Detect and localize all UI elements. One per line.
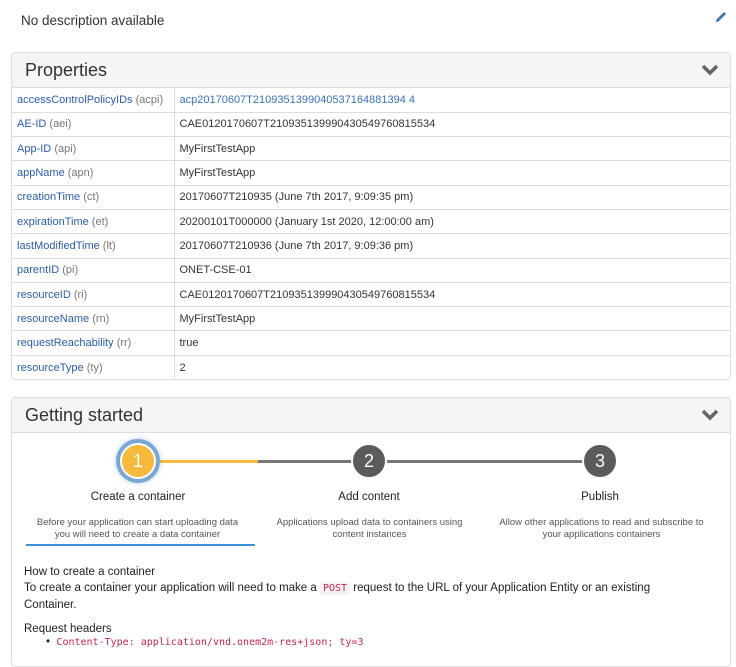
description-text: No description available — [21, 13, 165, 28]
pencil-icon[interactable] — [714, 10, 728, 24]
property-value: 2 — [179, 361, 186, 374]
property-value: MyFirstTestApp — [174, 160, 730, 186]
properties-panel: Properties accessControlPolicyIDs (acpi)… — [11, 52, 731, 380]
getting-started-panel-header[interactable]: Getting started — [12, 398, 730, 433]
getting-started-title: Getting started — [25, 405, 144, 425]
property-key: appName (apn) — [12, 160, 175, 186]
step-2-title[interactable]: Add content — [259, 491, 479, 503]
table-row: accessControlPolicyIDs (acpi) acp20170607… — [12, 88, 730, 113]
property-key: AE-ID (aei) — [12, 112, 175, 138]
howto-section: How to create a container To create a co… — [24, 566, 650, 648]
progress-line — [258, 460, 600, 463]
step-1-description: Before your application can start upload… — [36, 517, 239, 540]
property-value: true — [174, 330, 730, 356]
property-value: MyFirstTestApp — [174, 136, 730, 162]
property-key: parentID (pi) — [12, 258, 175, 283]
table-row: App-ID (api) MyFirstTestApp — [12, 136, 730, 162]
property-value: ONET-CSE-01 — [174, 258, 730, 283]
property-key: expirationTime (et) — [12, 209, 175, 235]
property-value[interactable]: acp20170607T2109351399040537164881394 4 — [174, 88, 730, 113]
getting-started-panel: Getting started 1 2 3 Create a container… — [11, 397, 731, 667]
property-value: 20200101T000000 (January 1st 2020, 12:00… — [174, 209, 730, 235]
step-3-title[interactable]: Publish — [490, 491, 710, 503]
table-row: AE-ID (aei) CAE0120170607T210935139990430… — [12, 112, 730, 138]
table-row: appName (apn) MyFirstTestApp — [12, 160, 730, 186]
table-row: resourceName (rn) MyFirstTestApp — [12, 306, 730, 332]
property-value: 20170607T210935 (June 7th 2017, 9:09:35 … — [174, 185, 730, 210]
table-row: parentID (pi) ONET-CSE-01 — [12, 258, 730, 283]
chevron-down-icon[interactable] — [701, 64, 719, 76]
property-key: requestReachability (rr) — [12, 330, 175, 356]
properties-table: accessControlPolicyIDs (acpi) acp20170607… — [12, 88, 730, 379]
property-value: 20170607T210936 (June 7th 2017, 9:09:36 … — [174, 233, 730, 259]
table-row: resourceID (ri) CAE0120170607T21093513999… — [12, 282, 730, 308]
property-value: MyFirstTestApp — [174, 306, 730, 332]
steps-wizard: 1 2 3 Create a container Add content Pub… — [12, 433, 730, 553]
step-1-title[interactable]: Create a container — [28, 491, 248, 503]
property-key: lastModifiedTime (lt) — [12, 233, 175, 259]
table-row: requestReachability (rr) true — [12, 330, 730, 356]
step-3-description: Allow other applications to read and sub… — [499, 517, 704, 540]
properties-title: Properties — [25, 60, 108, 80]
property-key: creationTime (ct) — [12, 185, 175, 210]
table-row: creationTime (ct) 20170607T210935 (June 7… — [12, 185, 730, 210]
property-key: resourceName (rn) — [12, 306, 175, 332]
description-row: No description available — [0, 0, 736, 44]
headers-list: • Content-Type: application/vnd.onem2m-r… — [46, 636, 364, 648]
property-value: CAE0120170607T21093513999043054976081553… — [174, 282, 730, 308]
howto-text: To create a container your application w… — [24, 582, 651, 611]
property-key: App-ID (api) — [12, 136, 175, 162]
property-value: CAE0120170607T21093513999043054976081553… — [174, 112, 730, 138]
header-item: Content-Type: application/vnd.onem2m-res… — [56, 637, 364, 648]
property-key: accessControlPolicyIDs (acpi) — [12, 88, 175, 113]
property-key: resourceID (ri) — [12, 282, 175, 308]
property-link[interactable]: acp20170607T2109351399040537164881394 4 — [180, 94, 416, 106]
property-key: resourceType (ty) — [12, 355, 175, 379]
step-2-circle[interactable]: 2 — [351, 443, 387, 479]
step-2-description: Applications upload data to containers u… — [276, 517, 463, 540]
active-step-underline — [26, 544, 255, 546]
chevron-down-icon[interactable] — [701, 409, 719, 421]
table-row: lastModifiedTime (lt) 20170607T210936 (Ju… — [12, 233, 730, 259]
step-1-circle[interactable]: 1 — [120, 443, 156, 479]
table-row: expirationTime (et) 20200101T000000 (Janu… — [12, 209, 730, 235]
headers-heading: Request headers — [24, 623, 112, 635]
post-code: POST — [319, 582, 351, 595]
table-row: resourceType (ty) 2 — [12, 355, 730, 379]
howto-heading: How to create a container — [24, 566, 156, 578]
step-3-circle[interactable]: 3 — [582, 443, 618, 479]
progress-line-active — [148, 460, 258, 463]
properties-panel-header[interactable]: Properties — [12, 53, 730, 88]
